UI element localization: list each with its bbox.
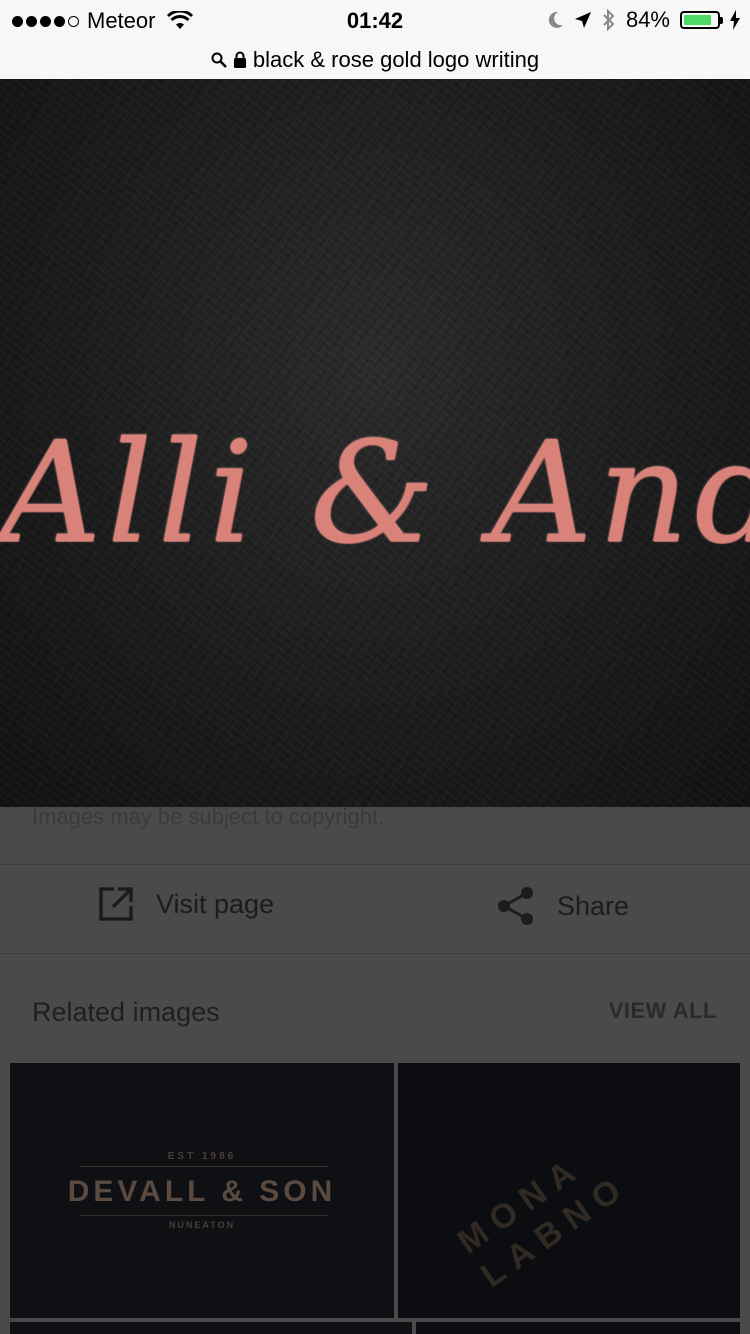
share-icon bbox=[498, 887, 533, 925]
thumb-logo-est: EST 1986 bbox=[167, 1151, 237, 1162]
search-query-text: black & rose gold logo writing bbox=[252, 46, 540, 72]
related-image-thumb[interactable] bbox=[10, 1322, 412, 1334]
view-all-link[interactable]: VIEW ALL bbox=[609, 998, 717, 1024]
rose-gold-script-text: Alli & Andr bbox=[0, 412, 750, 575]
share-button[interactable]: Share bbox=[497, 886, 629, 926]
search-icon bbox=[211, 52, 227, 68]
divider bbox=[80, 1215, 328, 1216]
thumb-logo-place: NUNEATON bbox=[168, 1220, 236, 1230]
divider bbox=[0, 953, 750, 954]
copyright-notice: Images may be subject to copyright. bbox=[32, 804, 385, 829]
related-image-thumb[interactable]: EST 1986 DEVALL & SON NUNEATON bbox=[10, 1063, 394, 1318]
location-arrow-icon bbox=[574, 12, 591, 28]
share-label: Share bbox=[557, 890, 630, 921]
lock-icon bbox=[233, 51, 246, 68]
visit-page-label: Visit page bbox=[156, 888, 275, 919]
moon-icon bbox=[548, 11, 563, 28]
image-actions: Visit page Share bbox=[0, 866, 750, 952]
divider bbox=[0, 864, 750, 865]
hero-image[interactable]: Alli & Andr bbox=[0, 79, 750, 807]
related-image-thumb[interactable] bbox=[416, 1322, 740, 1334]
thumb-logo-name: DEVALL & SON bbox=[67, 1175, 337, 1208]
address-bar[interactable]: black & rose gold logo writing bbox=[0, 40, 750, 79]
bluetooth-icon bbox=[603, 9, 615, 31]
battery-level-fill bbox=[684, 15, 711, 25]
divider bbox=[80, 1166, 328, 1167]
charging-bolt-icon bbox=[730, 10, 740, 30]
status-bar: Meteor 01:42 84% bbox=[0, 0, 750, 40]
thumb-logo-text: MONA LABNO bbox=[450, 1131, 637, 1296]
open-external-icon bbox=[99, 887, 133, 921]
related-image-thumb[interactable]: MONA LABNO bbox=[398, 1063, 740, 1318]
battery-percent: 84% bbox=[625, 7, 670, 32]
visit-page-button[interactable]: Visit page bbox=[98, 886, 274, 922]
battery-icon bbox=[680, 11, 723, 29]
status-right: 84% bbox=[546, 7, 740, 33]
related-images-title: Related images bbox=[32, 997, 220, 1027]
